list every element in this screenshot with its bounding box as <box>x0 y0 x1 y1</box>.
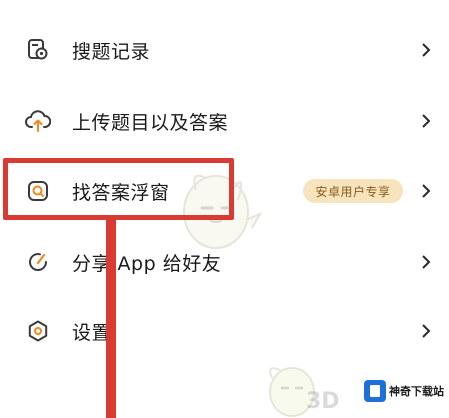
chevron-right-icon <box>419 322 433 340</box>
menu-item-label: 搜题记录 <box>72 40 151 63</box>
chevron-right-icon <box>419 253 433 271</box>
watermark-3d-text: 3D <box>306 389 340 414</box>
highlight-box-annotation <box>3 158 234 220</box>
menu-item-upload-questions[interactable]: 上传题目以及答案 <box>0 92 449 150</box>
share-icon <box>25 249 51 275</box>
search-history-icon <box>25 37 51 63</box>
site-logo-icon <box>364 380 386 402</box>
chevron-right-icon <box>419 41 433 59</box>
gear-icon <box>25 318 51 344</box>
menu-item-settings[interactable]: 设置 <box>0 302 449 360</box>
chevron-right-icon <box>419 112 433 130</box>
highlight-arrow-annotation <box>106 218 116 418</box>
site-watermark-text: 神奇下载站 <box>389 385 444 398</box>
site-watermark: 神奇下载站 <box>364 378 444 404</box>
menu-item-search-history[interactable]: 搜题记录 <box>0 21 449 79</box>
menu-item-label: 上传题目以及答案 <box>72 111 229 134</box>
android-exclusive-badge: 安卓用户专享 <box>303 179 403 203</box>
cloud-upload-icon <box>25 108 51 134</box>
chevron-right-icon <box>419 182 433 200</box>
